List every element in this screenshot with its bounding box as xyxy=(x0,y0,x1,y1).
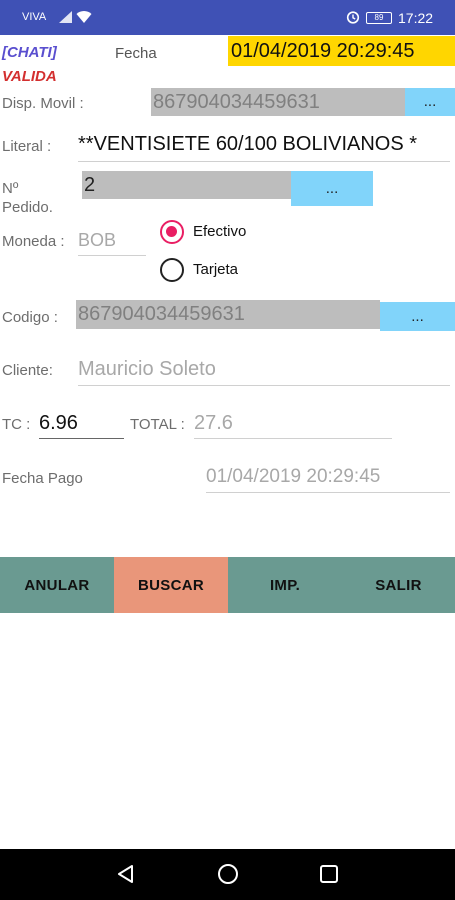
disp-movil-lookup-button[interactable]: ... xyxy=(405,88,455,116)
tc-label: TC : xyxy=(2,416,31,433)
cliente-field[interactable]: Mauricio Soleto xyxy=(78,355,450,386)
salir-button[interactable]: SALIR xyxy=(342,557,455,613)
tc-field[interactable]: 6.96 xyxy=(39,409,124,439)
codigo-field[interactable]: 867904034459631 xyxy=(76,300,380,329)
pedido-label-bottom: Pedido. xyxy=(2,199,53,216)
pedido-field[interactable]: 2 xyxy=(82,171,291,199)
signal-icon xyxy=(59,11,72,23)
home-icon[interactable] xyxy=(217,863,239,885)
action-bar: ANULAR BUSCAR IMP. SALIR xyxy=(0,557,455,613)
app-tag: [CHATI] xyxy=(2,44,57,61)
battery-icon: 89 xyxy=(366,12,392,24)
pedido-label-top: Nº xyxy=(2,180,19,197)
imp-button[interactable]: IMP. xyxy=(228,557,342,613)
efectivo-radio[interactable] xyxy=(160,220,184,244)
fecha-label: Fecha xyxy=(115,45,157,62)
clock-time: 17:22 xyxy=(398,10,434,26)
moneda-label: Moneda : xyxy=(2,233,65,250)
wifi-icon xyxy=(76,11,92,23)
status-label: VALIDA xyxy=(2,68,57,85)
pedido-lookup-button[interactable]: ... xyxy=(291,171,373,206)
efectivo-label[interactable]: Efectivo xyxy=(193,223,246,240)
fecha-pago-label: Fecha Pago xyxy=(2,470,83,487)
tarjeta-label[interactable]: Tarjeta xyxy=(193,261,238,278)
disp-movil-field[interactable]: 867904034459631 xyxy=(151,88,405,116)
status-bar: VIVA 89 17:22 xyxy=(0,0,455,35)
fecha-value: 01/04/2019 20:29:45 xyxy=(228,36,455,66)
cliente-label: Cliente: xyxy=(2,362,53,379)
carrier-label: VIVA xyxy=(22,11,47,23)
fecha-pago-field[interactable]: 01/04/2019 20:29:45 xyxy=(206,463,450,493)
disp-movil-label: Disp. Movil : xyxy=(2,95,84,112)
moneda-field[interactable]: BOB xyxy=(78,226,146,256)
codigo-label: Codigo : xyxy=(2,309,58,326)
tarjeta-radio[interactable] xyxy=(160,258,184,282)
total-field[interactable]: 27.6 xyxy=(194,409,392,439)
navigation-bar xyxy=(0,849,455,900)
anular-button[interactable]: ANULAR xyxy=(0,557,114,613)
literal-label: Literal : xyxy=(2,138,52,155)
buscar-button[interactable]: BUSCAR xyxy=(114,557,228,613)
literal-field[interactable]: **VENTISIETE 60/100 BOLIVIANOS * xyxy=(78,130,450,162)
alarm-icon xyxy=(346,11,360,24)
total-label: TOTAL : xyxy=(130,416,185,433)
codigo-lookup-button[interactable]: ... xyxy=(380,302,455,331)
recents-icon[interactable] xyxy=(319,864,339,884)
back-icon[interactable] xyxy=(115,863,137,885)
